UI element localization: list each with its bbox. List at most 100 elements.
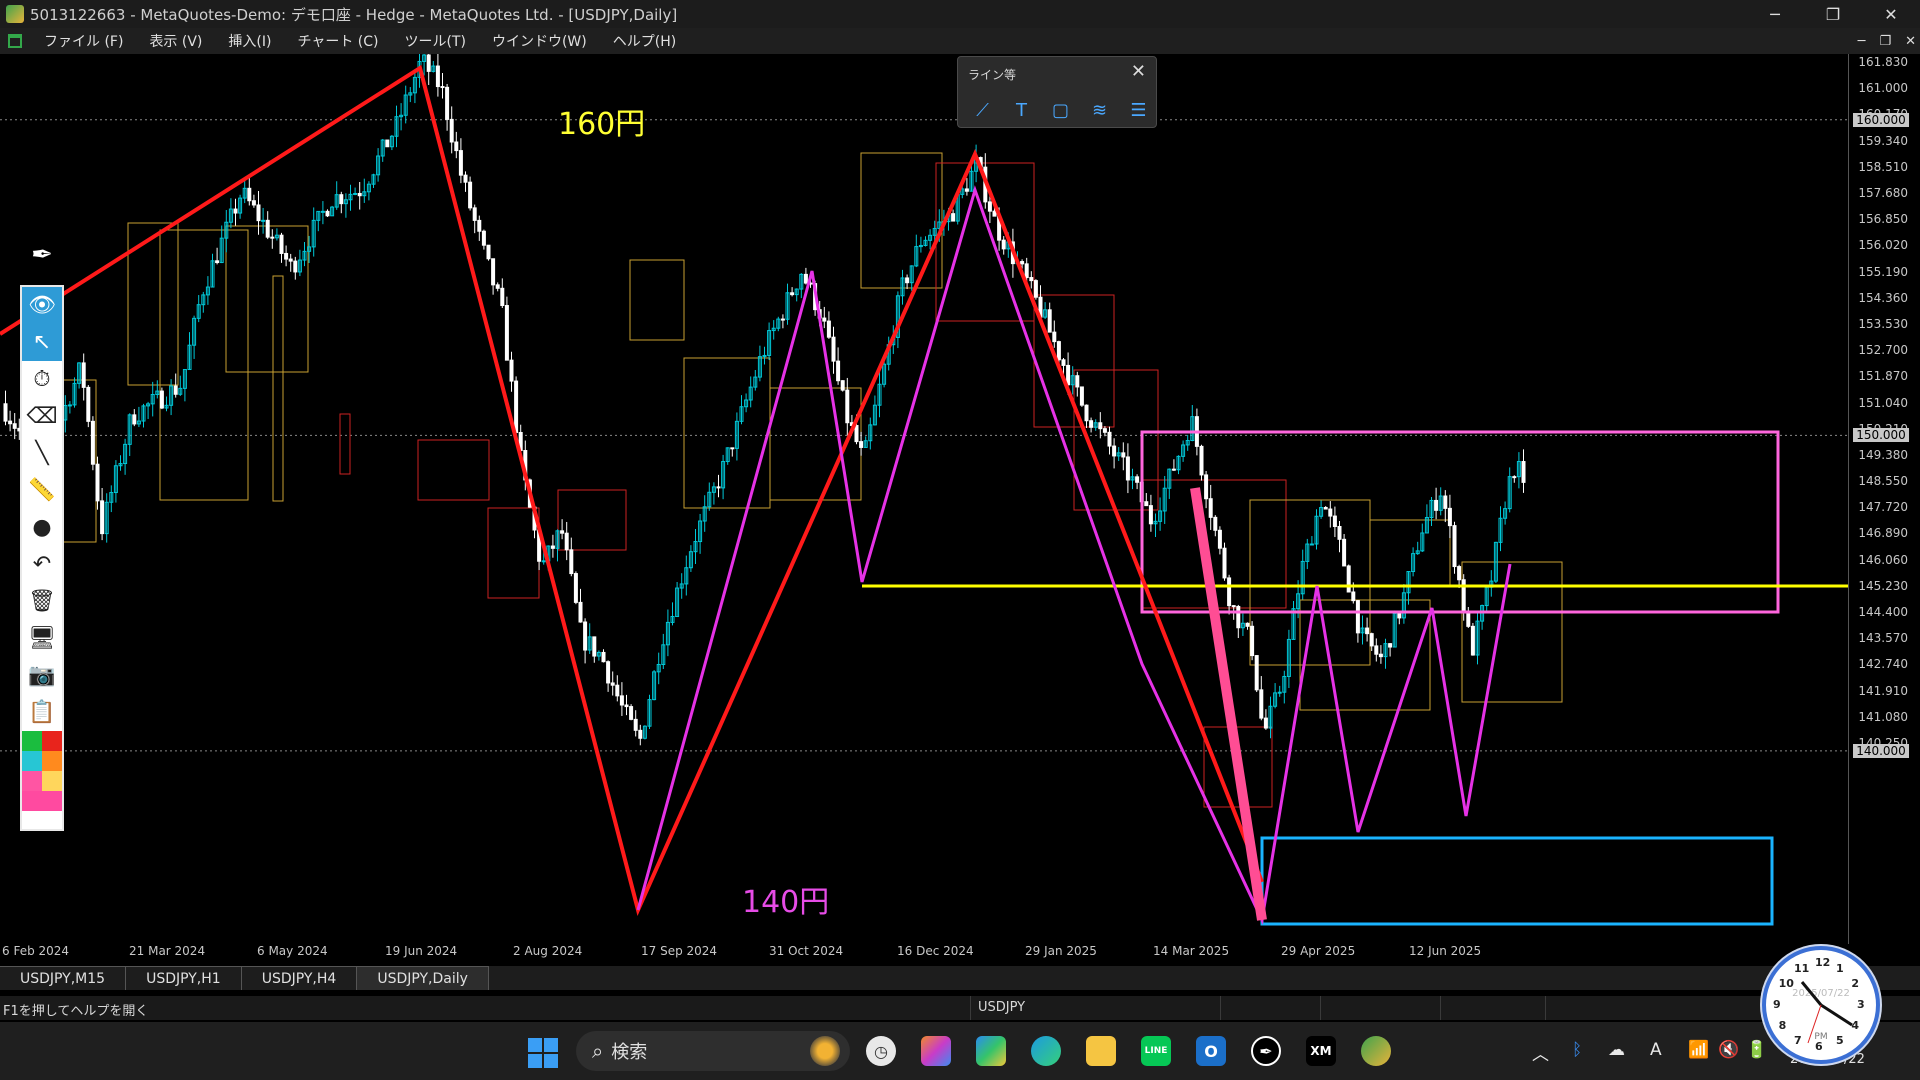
price-axis[interactable]: 161.830161.000160.170159.340158.510157.6… xyxy=(1848,54,1920,944)
trash-icon[interactable]: 🗑 xyxy=(22,583,62,620)
menu-insert[interactable]: 挿入(I) xyxy=(216,31,285,51)
chart-close-button[interactable]: ✕ xyxy=(1905,34,1916,49)
clipboard-icon[interactable]: 📋 xyxy=(22,694,62,731)
support-box xyxy=(1260,836,1774,926)
time-label: 29 Jan 2025 xyxy=(1025,944,1097,958)
tab-usdjpy-h1[interactable]: USDJPY,H1 xyxy=(126,966,242,990)
pointer-icon[interactable]: ↖ xyxy=(22,324,62,361)
color-swatches[interactable] xyxy=(22,731,62,811)
price-chart[interactable]: 160円 140円 ライン等 ✕ ⟋ T ▢ ≋ ☰ ✒ 👁 ↖ ⏱ ⌫ ╲ 📏 … xyxy=(0,54,1920,964)
timer-icon[interactable]: ⏱ xyxy=(22,361,62,398)
candle-body xyxy=(624,704,629,708)
color-swatch[interactable] xyxy=(22,791,42,811)
candle-body xyxy=(1434,499,1439,511)
battery-icon[interactable]: 🔋 xyxy=(1746,1040,1767,1060)
candle-body xyxy=(1457,566,1462,581)
candle-body xyxy=(1332,515,1337,527)
minimize-button[interactable]: ─ xyxy=(1746,0,1804,28)
candle-body xyxy=(1079,386,1084,406)
ruler-icon[interactable]: 📏 xyxy=(22,472,62,509)
taskbar-search[interactable]: ⌕ 検索 xyxy=(576,1031,850,1071)
onedrive-icon[interactable]: ☁ xyxy=(1608,1040,1625,1060)
time-label: 6 May 2024 xyxy=(257,944,328,958)
start-button[interactable] xyxy=(528,1038,558,1068)
chart-window-icon[interactable] xyxy=(8,34,22,48)
chart-minimize-button[interactable]: ─ xyxy=(1858,34,1866,49)
time-label: 14 Mar 2025 xyxy=(1153,944,1230,958)
candle-body xyxy=(1309,543,1314,546)
price-label: 161.830 xyxy=(1858,55,1908,69)
analog-clock-widget[interactable]: 2025/07/22 PM 12 1 2 3 4 5 6 7 8 9 10 11 xyxy=(1762,946,1880,1064)
candle-body xyxy=(233,208,238,214)
line-tools-close-button[interactable]: ✕ xyxy=(1131,61,1146,82)
text-icon[interactable]: T xyxy=(1007,97,1036,123)
outlook-icon[interactable]: O xyxy=(1196,1036,1226,1066)
dot-icon[interactable]: ● xyxy=(22,509,62,546)
pen-icon[interactable]: ✒ xyxy=(28,240,56,274)
xm-app-icon[interactable]: XM xyxy=(1306,1036,1336,1066)
color-swatch[interactable] xyxy=(42,751,62,771)
candle-body xyxy=(504,305,509,361)
candle-body xyxy=(293,260,298,273)
candle-body xyxy=(1061,359,1066,366)
color-swatch[interactable] xyxy=(22,731,42,751)
color-swatch[interactable] xyxy=(42,791,62,811)
trendline-icon[interactable]: ⟋ xyxy=(968,97,997,123)
candle-body xyxy=(629,706,634,720)
color-swatch[interactable] xyxy=(22,751,42,771)
menu-help[interactable]: ヘルプ(H) xyxy=(601,31,690,51)
color-swatch[interactable] xyxy=(42,771,62,791)
line-app-icon[interactable]: LINE xyxy=(1141,1036,1171,1066)
undo-icon[interactable]: ↶ xyxy=(22,546,62,583)
bluetooth-icon[interactable]: ᛒ xyxy=(1572,1040,1582,1060)
tab-usdjpy-h4[interactable]: USDJPY,H4 xyxy=(241,966,358,990)
fibonacci-icon[interactable]: ≋ xyxy=(1085,97,1114,123)
price-label: 156.850 xyxy=(1858,212,1908,227)
menu-chart[interactable]: チャート (C) xyxy=(285,31,392,51)
edge-browser-icon[interactable] xyxy=(1031,1036,1061,1066)
copilot-icon[interactable] xyxy=(921,1036,951,1066)
menu-view[interactable]: 表示 (V) xyxy=(137,31,216,51)
line-tools-panel[interactable]: ライン等 ✕ ⟋ T ▢ ≋ ☰ xyxy=(957,56,1157,128)
candle-body xyxy=(1328,508,1333,517)
candle-body xyxy=(1397,612,1402,619)
time-label: 31 Oct 2024 xyxy=(769,944,844,958)
candle-body xyxy=(826,320,831,338)
volume-muted-icon[interactable]: 🔇 xyxy=(1718,1040,1739,1060)
status-separator xyxy=(1220,996,1221,1020)
line-icon[interactable]: ╲ xyxy=(22,435,62,472)
eraser-icon[interactable]: ⌫ xyxy=(22,398,62,435)
tab-usdjpy-m15[interactable]: USDJPY,M15 xyxy=(0,966,127,990)
close-button[interactable]: ✕ xyxy=(1862,0,1920,28)
line-tools-title: ライン等 xyxy=(968,68,1017,82)
candle-body xyxy=(606,661,611,684)
pen-app-icon[interactable]: ✒ xyxy=(1251,1036,1281,1066)
restore-button[interactable]: ❐ xyxy=(1804,0,1862,28)
metatrader-app-icon[interactable] xyxy=(1361,1036,1391,1066)
price-label: 146.060 xyxy=(1858,552,1908,567)
channel-icon[interactable]: ☰ xyxy=(1124,97,1153,123)
monitor-icon[interactable]: 🖥 xyxy=(22,620,62,657)
htf-candle-box xyxy=(159,229,249,501)
search-highlight-icon xyxy=(810,1036,840,1066)
menu-window[interactable]: ウインドウ(W) xyxy=(480,31,601,51)
chart-canvas[interactable]: 160円 140円 xyxy=(0,54,1848,944)
wifi-icon[interactable]: 📶 xyxy=(1688,1040,1709,1060)
menu-tools[interactable]: ツール(T) xyxy=(392,31,479,51)
ime-indicator[interactable]: A xyxy=(1650,1040,1662,1060)
candle-body xyxy=(463,174,468,183)
eye-icon[interactable]: 👁 xyxy=(22,287,62,324)
store-icon[interactable] xyxy=(976,1036,1006,1066)
time-label: 12 Jun 2025 xyxy=(1409,944,1482,958)
chart-restore-button[interactable]: ❐ xyxy=(1879,34,1891,49)
menu-file[interactable]: ファイル (F) xyxy=(32,31,137,51)
color-swatch[interactable] xyxy=(42,731,62,751)
file-explorer-icon[interactable] xyxy=(1086,1036,1116,1066)
tab-usdjpy-daily[interactable]: USDJPY,Daily xyxy=(357,966,489,990)
clock-app-icon[interactable]: ◷ xyxy=(866,1036,896,1066)
candle-body xyxy=(514,380,519,433)
tray-chevron-icon[interactable]: ︿ xyxy=(1532,1040,1549,1065)
rectangle-icon[interactable]: ▢ xyxy=(1046,97,1075,123)
camera-icon[interactable]: 📷 xyxy=(22,657,62,694)
color-swatch[interactable] xyxy=(22,771,42,791)
